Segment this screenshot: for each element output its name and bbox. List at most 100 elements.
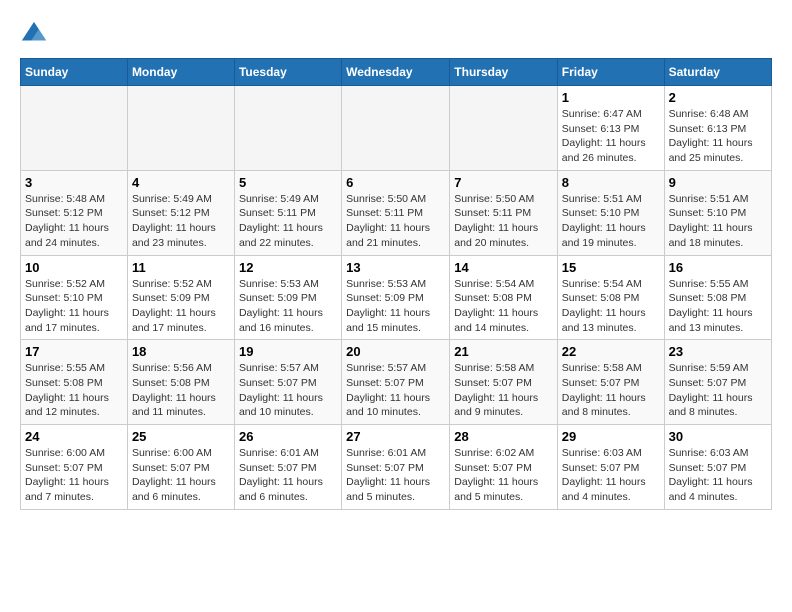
weekday-header-tuesday: Tuesday [234, 59, 341, 86]
weekday-header-monday: Monday [127, 59, 234, 86]
day-info: Sunrise: 5:58 AM Sunset: 5:07 PM Dayligh… [454, 361, 553, 420]
day-number: 3 [25, 175, 123, 190]
calendar-cell: 25Sunrise: 6:00 AM Sunset: 5:07 PM Dayli… [127, 425, 234, 510]
calendar-cell: 11 Sunrise: 5:52 AM Sunset: 5:09 PM Dayli… [127, 255, 234, 340]
calendar-cell: 6 Sunrise: 5:50 AM Sunset: 5:11 PM Daylig… [342, 170, 450, 255]
day-info: Sunrise: 5:52 AM Sunset: 5:10 PM Dayligh… [25, 277, 123, 336]
day-number: 21 [454, 344, 553, 359]
day-info: Sunrise: 5:50 AM Sunset: 5:11 PM Dayligh… [346, 192, 445, 251]
calendar-cell: 2 Sunrise: 6:48 AM Sunset: 6:13 PM Daylig… [664, 86, 771, 171]
day-info: Sunrise: 5:51 AM Sunset: 5:10 PM Dayligh… [562, 192, 660, 251]
calendar-cell: 29 Sunrise: 6:03 AM Sunset: 5:07 PM Dayli… [557, 425, 664, 510]
weekday-header-saturday: Saturday [664, 59, 771, 86]
day-info: Sunrise: 6:01 AM Sunset: 5:07 PM Dayligh… [346, 446, 445, 505]
calendar-cell: 10 Sunrise: 5:52 AM Sunset: 5:10 PM Dayli… [21, 255, 128, 340]
day-info: Sunrise: 6:48 AM Sunset: 6:13 PM Dayligh… [669, 107, 767, 166]
day-info: Sunrise: 5:48 AM Sunset: 5:12 PM Dayligh… [25, 192, 123, 251]
day-info: Sunrise: 5:57 AM Sunset: 5:07 PM Dayligh… [346, 361, 445, 420]
calendar-cell: 30 Sunrise: 6:03 AM Sunset: 5:07 PM Dayli… [664, 425, 771, 510]
day-number: 29 [562, 429, 660, 444]
calendar-cell: 5 Sunrise: 5:49 AM Sunset: 5:11 PM Daylig… [234, 170, 341, 255]
day-info: Sunrise: 6:03 AM Sunset: 5:07 PM Dayligh… [669, 446, 767, 505]
day-number: 9 [669, 175, 767, 190]
day-info: Sunrise: 6:01 AM Sunset: 5:07 PM Dayligh… [239, 446, 337, 505]
day-info: Sunrise: 5:59 AM Sunset: 5:07 PM Dayligh… [669, 361, 767, 420]
day-info: Sunrise: 5:55 AM Sunset: 5:08 PM Dayligh… [25, 361, 123, 420]
calendar-week-3: 10 Sunrise: 5:52 AM Sunset: 5:10 PM Dayli… [21, 255, 772, 340]
calendar-table: SundayMondayTuesdayWednesdayThursdayFrid… [20, 58, 772, 510]
weekday-header-sunday: Sunday [21, 59, 128, 86]
calendar-cell: 16 Sunrise: 5:55 AM Sunset: 5:08 PM Dayli… [664, 255, 771, 340]
day-info: Sunrise: 5:54 AM Sunset: 5:08 PM Dayligh… [562, 277, 660, 336]
calendar-cell: 7 Sunrise: 5:50 AM Sunset: 5:11 PM Daylig… [450, 170, 558, 255]
calendar-cell: 19 Sunrise: 5:57 AM Sunset: 5:07 PM Dayli… [234, 340, 341, 425]
day-number: 11 [132, 260, 230, 275]
day-number: 25 [132, 429, 230, 444]
calendar-cell: 8 Sunrise: 5:51 AM Sunset: 5:10 PM Daylig… [557, 170, 664, 255]
calendar-cell: 12 Sunrise: 5:53 AM Sunset: 5:09 PM Dayli… [234, 255, 341, 340]
calendar-cell [450, 86, 558, 171]
calendar-cell: 24 Sunrise: 6:00 AM Sunset: 5:07 PM Dayli… [21, 425, 128, 510]
day-number: 1 [562, 90, 660, 105]
day-info: Sunrise: 6:02 AM Sunset: 5:07 PM Dayligh… [454, 446, 553, 505]
calendar-week-5: 24 Sunrise: 6:00 AM Sunset: 5:07 PM Dayli… [21, 425, 772, 510]
day-info: Sunrise: 5:51 AM Sunset: 5:10 PM Dayligh… [669, 192, 767, 251]
calendar-cell: 1Sunrise: 6:47 AM Sunset: 6:13 PM Daylig… [557, 86, 664, 171]
day-number: 28 [454, 429, 553, 444]
calendar-cell: 27 Sunrise: 6:01 AM Sunset: 5:07 PM Dayli… [342, 425, 450, 510]
day-number: 4 [132, 175, 230, 190]
day-info: Sunrise: 6:03 AM Sunset: 5:07 PM Dayligh… [562, 446, 660, 505]
weekday-header-friday: Friday [557, 59, 664, 86]
calendar-cell: 14Sunrise: 5:54 AM Sunset: 5:08 PM Dayli… [450, 255, 558, 340]
calendar-cell: 13Sunrise: 5:53 AM Sunset: 5:09 PM Dayli… [342, 255, 450, 340]
day-number: 20 [346, 344, 445, 359]
page-header [20, 20, 772, 48]
calendar-cell: 20 Sunrise: 5:57 AM Sunset: 5:07 PM Dayli… [342, 340, 450, 425]
day-number: 12 [239, 260, 337, 275]
calendar-cell [21, 86, 128, 171]
calendar-cell: 21 Sunrise: 5:58 AM Sunset: 5:07 PM Dayli… [450, 340, 558, 425]
day-info: Sunrise: 5:53 AM Sunset: 5:09 PM Dayligh… [346, 277, 445, 336]
day-info: Sunrise: 5:54 AM Sunset: 5:08 PM Dayligh… [454, 277, 553, 336]
day-info: Sunrise: 5:49 AM Sunset: 5:11 PM Dayligh… [239, 192, 337, 251]
weekday-header-wednesday: Wednesday [342, 59, 450, 86]
day-info: Sunrise: 5:53 AM Sunset: 5:09 PM Dayligh… [239, 277, 337, 336]
day-number: 7 [454, 175, 553, 190]
day-info: Sunrise: 5:49 AM Sunset: 5:12 PM Dayligh… [132, 192, 230, 251]
calendar-cell: 9 Sunrise: 5:51 AM Sunset: 5:10 PM Daylig… [664, 170, 771, 255]
day-number: 2 [669, 90, 767, 105]
calendar-week-4: 17 Sunrise: 5:55 AM Sunset: 5:08 PM Dayli… [21, 340, 772, 425]
day-number: 8 [562, 175, 660, 190]
calendar-cell [127, 86, 234, 171]
calendar-cell: 3 Sunrise: 5:48 AM Sunset: 5:12 PM Daylig… [21, 170, 128, 255]
calendar-week-1: 1Sunrise: 6:47 AM Sunset: 6:13 PM Daylig… [21, 86, 772, 171]
weekday-header-thursday: Thursday [450, 59, 558, 86]
day-info: Sunrise: 5:50 AM Sunset: 5:11 PM Dayligh… [454, 192, 553, 251]
day-number: 15 [562, 260, 660, 275]
day-number: 19 [239, 344, 337, 359]
day-number: 17 [25, 344, 123, 359]
weekday-header-row: SundayMondayTuesdayWednesdayThursdayFrid… [21, 59, 772, 86]
day-info: Sunrise: 5:56 AM Sunset: 5:08 PM Dayligh… [132, 361, 230, 420]
day-number: 5 [239, 175, 337, 190]
day-number: 24 [25, 429, 123, 444]
day-number: 22 [562, 344, 660, 359]
day-number: 6 [346, 175, 445, 190]
calendar-cell: 17 Sunrise: 5:55 AM Sunset: 5:08 PM Dayli… [21, 340, 128, 425]
day-info: Sunrise: 6:00 AM Sunset: 5:07 PM Dayligh… [25, 446, 123, 505]
day-number: 18 [132, 344, 230, 359]
calendar-cell [234, 86, 341, 171]
day-number: 30 [669, 429, 767, 444]
day-info: Sunrise: 5:52 AM Sunset: 5:09 PM Dayligh… [132, 277, 230, 336]
calendar-cell: 22 Sunrise: 5:58 AM Sunset: 5:07 PM Dayli… [557, 340, 664, 425]
day-number: 26 [239, 429, 337, 444]
calendar-cell: 28 Sunrise: 6:02 AM Sunset: 5:07 PM Dayli… [450, 425, 558, 510]
day-info: Sunrise: 5:55 AM Sunset: 5:08 PM Dayligh… [669, 277, 767, 336]
day-info: Sunrise: 5:57 AM Sunset: 5:07 PM Dayligh… [239, 361, 337, 420]
calendar-cell: 26 Sunrise: 6:01 AM Sunset: 5:07 PM Dayli… [234, 425, 341, 510]
day-number: 16 [669, 260, 767, 275]
day-number: 27 [346, 429, 445, 444]
day-info: Sunrise: 5:58 AM Sunset: 5:07 PM Dayligh… [562, 361, 660, 420]
day-number: 10 [25, 260, 123, 275]
calendar-cell: 23Sunrise: 5:59 AM Sunset: 5:07 PM Dayli… [664, 340, 771, 425]
